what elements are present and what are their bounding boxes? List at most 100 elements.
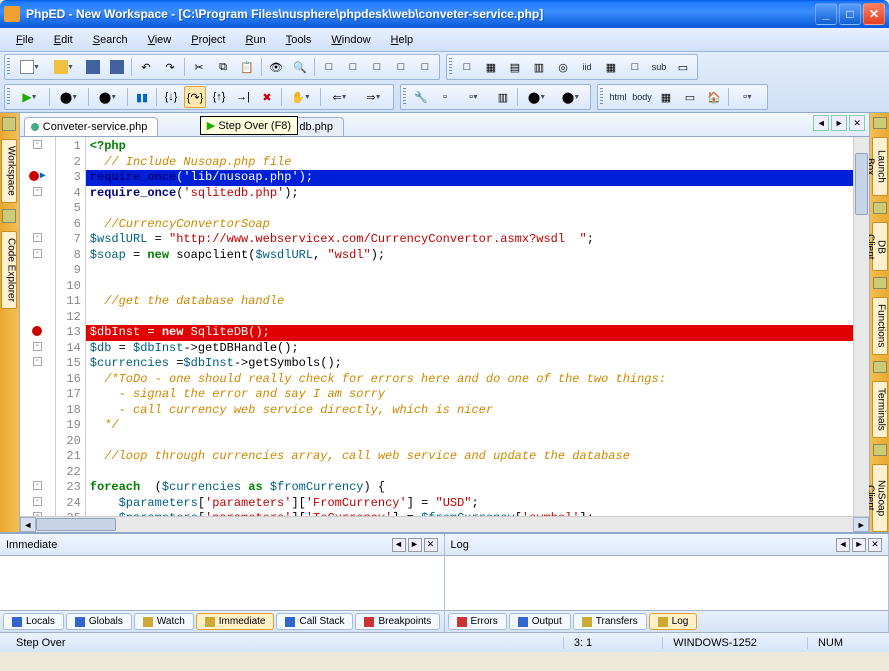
tb-icon-d[interactable]: □: [390, 56, 412, 78]
dock-tab-terminals[interactable]: Terminals: [872, 381, 888, 438]
gutter-marker[interactable]: [20, 308, 55, 324]
dock-tab-launch-box[interactable]: Launch Box: [872, 137, 888, 195]
breakpoint-button[interactable]: ✋▼: [285, 86, 317, 108]
close-button[interactable]: ✕: [863, 3, 885, 25]
tag-d[interactable]: ▭: [679, 86, 701, 108]
code-line[interactable]: */: [86, 418, 853, 434]
tab-prev-button[interactable]: ◄: [813, 115, 829, 131]
menu-window[interactable]: Window: [323, 32, 378, 48]
new-button[interactable]: ▼: [14, 56, 46, 78]
code-line[interactable]: [86, 465, 853, 481]
fold-icon[interactable]: -: [33, 497, 42, 506]
pane-next-button[interactable]: ►: [852, 538, 866, 552]
open-button[interactable]: ▼: [48, 56, 80, 78]
code-line[interactable]: $dbInst = new SqliteDB();: [86, 325, 853, 341]
toggle-j[interactable]: ▭: [672, 56, 694, 78]
nav-fwd-button[interactable]: ⇒▼: [358, 86, 390, 108]
pane-tab-errors[interactable]: Errors: [448, 613, 507, 630]
paste-button[interactable]: 📋: [236, 56, 258, 78]
stop-button[interactable]: ✖: [256, 86, 278, 108]
pane-next-button[interactable]: ►: [408, 538, 422, 552]
fold-icon[interactable]: -: [33, 357, 42, 366]
horizontal-scrollbar[interactable]: ◄►: [20, 516, 869, 532]
step-out-button[interactable]: {↑}: [208, 86, 230, 108]
gutter-marker[interactable]: -: [20, 230, 55, 246]
gutter-marker[interactable]: [20, 199, 55, 215]
run-button[interactable]: ▶▼: [14, 86, 46, 108]
toggle-b[interactable]: ▦: [480, 56, 502, 78]
menu-search[interactable]: Search: [85, 32, 136, 48]
pane-tab-log[interactable]: Log: [649, 613, 698, 630]
toggle-f[interactable]: iid: [576, 56, 598, 78]
menu-file[interactable]: File: [8, 32, 42, 48]
code-line[interactable]: $db = $dbInst->getDBHandle();: [86, 341, 853, 357]
html-tag-button[interactable]: html: [607, 86, 629, 108]
pane-close-button[interactable]: ✕: [424, 538, 438, 552]
pane-tab-output[interactable]: Output: [509, 613, 571, 630]
tool-d[interactable]: ▥: [492, 86, 514, 108]
gutter-marker[interactable]: ▶: [20, 168, 55, 184]
dock-tab-code-explorer[interactable]: Code Explorer: [1, 231, 17, 309]
gutter-marker[interactable]: [20, 401, 55, 417]
fold-icon[interactable]: -: [33, 140, 42, 149]
save-button[interactable]: [82, 56, 104, 78]
code-line[interactable]: $parameters['parameters']['FromCurrency'…: [86, 496, 853, 512]
body-tag-button[interactable]: body: [631, 86, 653, 108]
gutter-marker[interactable]: -: [20, 509, 55, 516]
code-line[interactable]: <?php: [86, 139, 853, 155]
gutter-marker[interactable]: [20, 385, 55, 401]
pane-prev-button[interactable]: ◄: [836, 538, 850, 552]
menu-view[interactable]: View: [140, 32, 180, 48]
tb-icon-b[interactable]: □: [342, 56, 364, 78]
gutter-marker[interactable]: [20, 416, 55, 432]
code-editor[interactable]: -▶---------- 123456789101112131415161718…: [20, 137, 869, 516]
gutter-marker[interactable]: -: [20, 246, 55, 262]
pane-tab-globals[interactable]: Globals: [66, 613, 132, 630]
menu-help[interactable]: Help: [383, 32, 422, 48]
pane-tab-watch[interactable]: Watch: [134, 613, 194, 630]
menu-edit[interactable]: Edit: [46, 32, 81, 48]
fold-icon[interactable]: -: [33, 481, 42, 490]
code-line[interactable]: $parameters['parameters']['ToCurrency'] …: [86, 511, 853, 516]
fold-icon[interactable]: -: [33, 187, 42, 196]
menu-run[interactable]: Run: [238, 32, 274, 48]
minimize-button[interactable]: _: [815, 3, 837, 25]
pane-prev-button[interactable]: ◄: [392, 538, 406, 552]
code-line[interactable]: - signal the error and say I am sorry: [86, 387, 853, 403]
code-line[interactable]: [86, 279, 853, 295]
menu-tools[interactable]: Tools: [278, 32, 320, 48]
tool-f[interactable]: ⬤▼: [555, 86, 587, 108]
gutter-marker[interactable]: [20, 292, 55, 308]
tab-next-button[interactable]: ►: [831, 115, 847, 131]
fold-icon[interactable]: -: [33, 249, 42, 258]
gutter-marker[interactable]: [20, 323, 55, 339]
redo-button[interactable]: ↷: [159, 56, 181, 78]
file-tab[interactable]: Conveter-service.php: [24, 117, 159, 136]
fold-icon[interactable]: -: [33, 233, 42, 242]
tab-close-button[interactable]: ✕: [849, 115, 865, 131]
debug-button[interactable]: ⬤▼: [53, 86, 85, 108]
tool-b[interactable]: ▫: [434, 86, 456, 108]
pane-tab-breakpoints[interactable]: Breakpoints: [355, 613, 440, 630]
pane-tab-call-stack[interactable]: Call Stack: [276, 613, 353, 630]
run-to-cursor-button[interactable]: →|: [232, 86, 254, 108]
step-into-button[interactable]: {↓}: [160, 86, 182, 108]
pause-button[interactable]: ▮▮: [131, 86, 153, 108]
code-line[interactable]: // Include Nusoap.php file: [86, 155, 853, 171]
code-line[interactable]: //get the database handle: [86, 294, 853, 310]
find-in-files-button[interactable]: 🔍: [289, 56, 311, 78]
code-line[interactable]: /*ToDo - one should really check for err…: [86, 372, 853, 388]
gutter-marker[interactable]: -: [20, 354, 55, 370]
code-line[interactable]: foreach ($currencies as $fromCurrency) {: [86, 480, 853, 496]
toggle-a[interactable]: □: [456, 56, 478, 78]
save-all-button[interactable]: [106, 56, 128, 78]
copy-button[interactable]: ⧉: [212, 56, 234, 78]
maximize-button[interactable]: □: [839, 3, 861, 25]
toggle-c[interactable]: ▤: [504, 56, 526, 78]
tag-c[interactable]: ▦: [655, 86, 677, 108]
toggle-g[interactable]: ▦: [600, 56, 622, 78]
code-line[interactable]: //CurrencyConvertorSoap: [86, 217, 853, 233]
code-line[interactable]: [86, 263, 853, 279]
gutter-marker[interactable]: -: [20, 184, 55, 200]
code-line[interactable]: require_once('sqlitedb.php');: [86, 186, 853, 202]
